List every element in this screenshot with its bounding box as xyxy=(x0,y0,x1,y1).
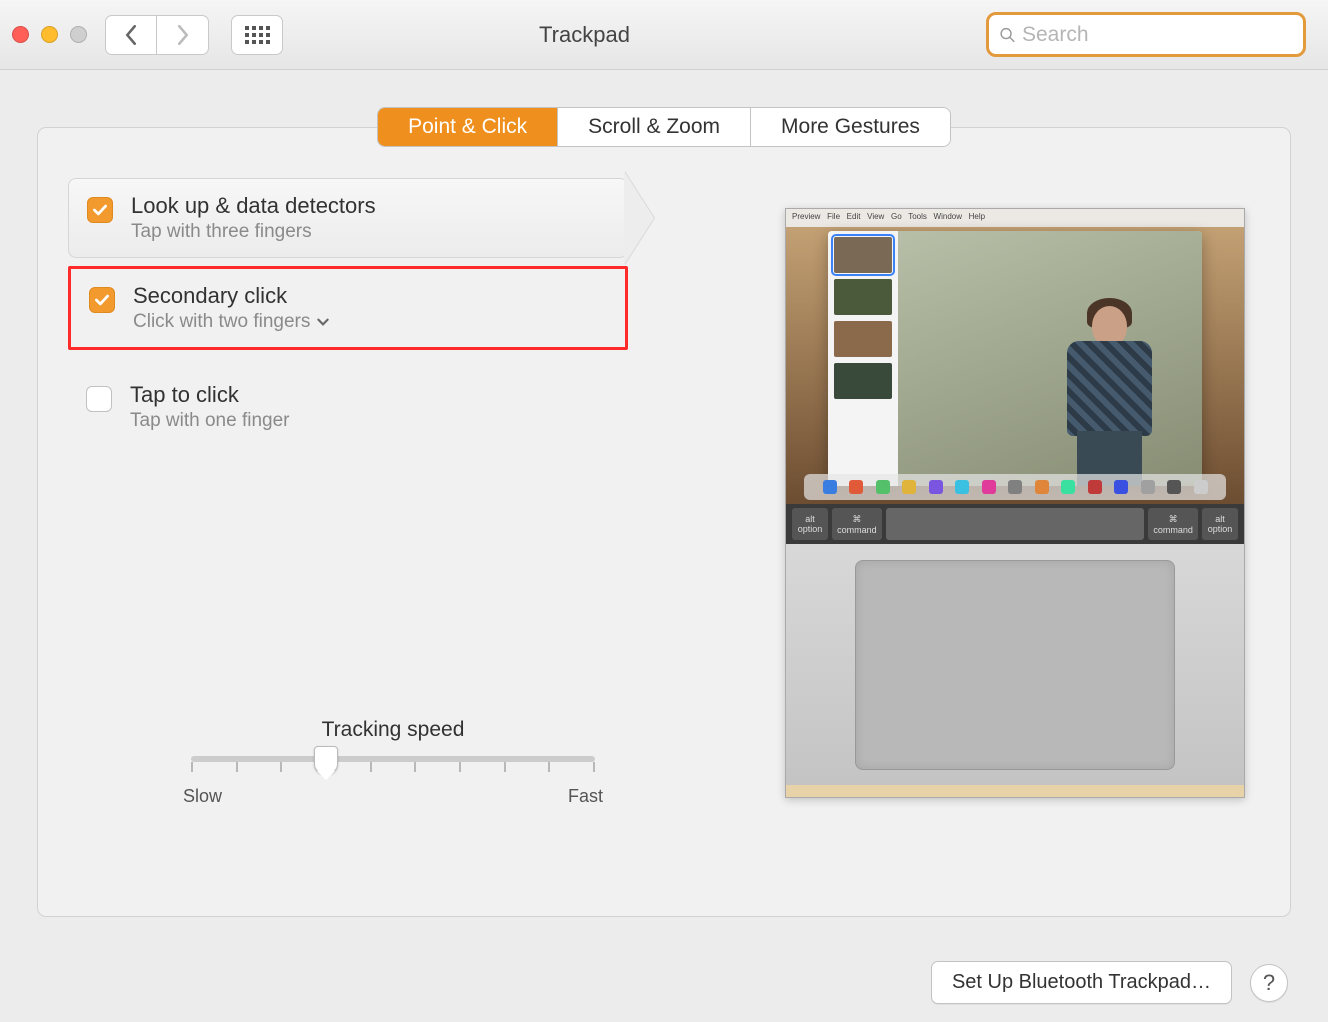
checkmark-icon xyxy=(91,201,109,219)
gesture-preview: Preview File Edit View Go Tools Window H… xyxy=(785,208,1245,798)
footer-buttons: Set Up Bluetooth Trackpad… ? xyxy=(931,961,1288,1004)
option-subtitle-text: Click with two fingers xyxy=(133,311,310,333)
option-secondary-click[interactable]: Secondary click Click with two fingers xyxy=(68,266,628,350)
preview-screen: Preview File Edit View Go Tools Window H… xyxy=(786,209,1244,504)
tracking-speed-section: Tracking speed Slow Fast xyxy=(183,718,603,807)
preview-app-window xyxy=(828,231,1202,486)
zoom-window-button[interactable] xyxy=(70,26,87,43)
tracking-speed-slider[interactable] xyxy=(191,756,595,762)
help-button[interactable]: ? xyxy=(1250,964,1288,1002)
option-tap-to-click[interactable]: Tap to click Tap with one finger xyxy=(68,368,628,446)
tab-more-gestures[interactable]: More Gestures xyxy=(750,108,950,146)
preview-menubar: Preview File Edit View Go Tools Window H… xyxy=(786,209,1244,227)
back-button[interactable] xyxy=(105,15,157,55)
preview-keyboard: altoption ⌘command ⌘command altoption xyxy=(786,504,1244,544)
window-title: Trackpad xyxy=(183,22,986,48)
option-subtitle-dropdown[interactable]: Click with two fingers xyxy=(133,311,330,333)
key-command-right: ⌘command xyxy=(1148,508,1198,540)
tab-bar: Point & Click Scroll & Zoom More Gesture… xyxy=(0,108,1328,146)
slider-min-label: Slow xyxy=(183,786,222,807)
option-subtitle: Tap with one finger xyxy=(130,410,290,432)
tab-point-click[interactable]: Point & Click xyxy=(378,108,557,146)
preview-thumb xyxy=(834,321,892,357)
checkbox-lookup[interactable] xyxy=(87,197,113,223)
key-option-right: altoption xyxy=(1202,508,1238,540)
window-controls xyxy=(12,26,87,43)
preview-thumb xyxy=(834,279,892,315)
search-icon xyxy=(999,25,1016,45)
trackpad-prefs-window: Trackpad Point & Click Scroll & Zoom Mor… xyxy=(0,0,1328,1022)
preview-desk xyxy=(786,785,1244,797)
slider-max-label: Fast xyxy=(568,786,603,807)
preview-thumb xyxy=(834,237,892,273)
title-bar: Trackpad xyxy=(0,0,1328,70)
slider-thumb[interactable] xyxy=(314,746,338,774)
checkbox-tap-to-click[interactable] xyxy=(86,386,112,412)
preview-dock xyxy=(804,474,1226,500)
close-window-button[interactable] xyxy=(12,26,29,43)
chevron-left-icon xyxy=(124,25,138,45)
setup-bluetooth-trackpad-button[interactable]: Set Up Bluetooth Trackpad… xyxy=(931,961,1232,1004)
preview-trackpad-surface xyxy=(855,560,1175,770)
content-panel: Look up & data detectors Tap with three … xyxy=(37,127,1291,917)
key-command-left: ⌘command xyxy=(832,508,882,540)
preview-main-image xyxy=(898,231,1202,486)
options-list: Look up & data detectors Tap with three … xyxy=(68,178,628,446)
chevron-down-icon xyxy=(316,315,330,329)
option-title: Secondary click xyxy=(133,283,330,309)
tab-scroll-zoom[interactable]: Scroll & Zoom xyxy=(557,108,750,146)
preview-thumb-sidebar xyxy=(828,231,898,486)
checkmark-icon xyxy=(93,291,111,309)
key-space xyxy=(886,508,1145,540)
preview-trackpad-body xyxy=(786,544,1244,785)
option-subtitle: Tap with three fingers xyxy=(131,221,376,243)
key-option-left: altoption xyxy=(792,508,828,540)
slider-ticks xyxy=(191,762,595,772)
tracking-speed-label: Tracking speed xyxy=(183,718,603,742)
option-title: Tap to click xyxy=(130,382,290,408)
checkbox-secondary-click[interactable] xyxy=(89,287,115,313)
option-title: Look up & data detectors xyxy=(131,193,376,219)
option-lookup-data-detectors[interactable]: Look up & data detectors Tap with three … xyxy=(68,178,628,258)
search-input[interactable] xyxy=(1022,23,1293,47)
search-field-wrap[interactable] xyxy=(986,12,1306,57)
minimize-window-button[interactable] xyxy=(41,26,58,43)
preview-thumb xyxy=(834,363,892,399)
